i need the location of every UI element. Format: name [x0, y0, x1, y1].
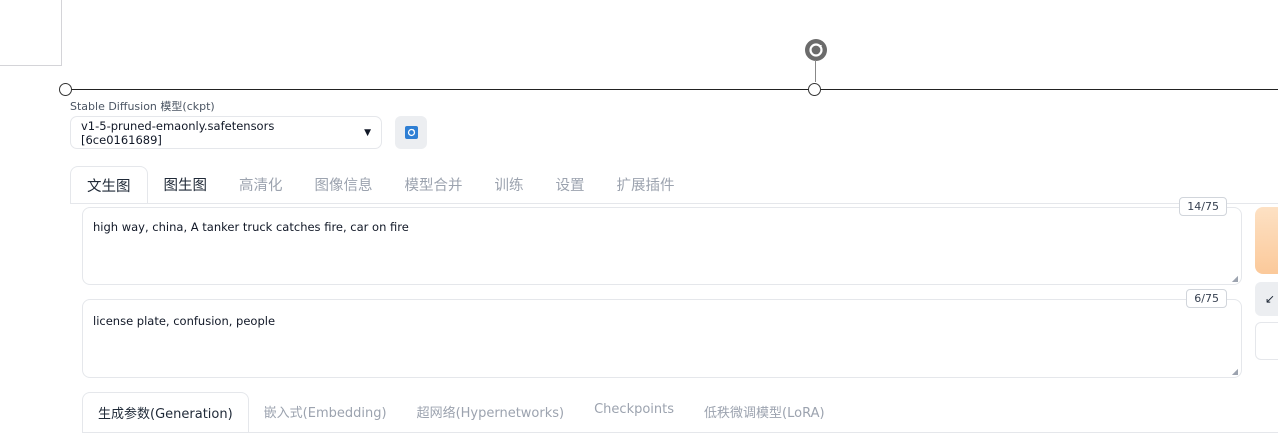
- tab-extensions[interactable]: 扩展插件: [601, 166, 691, 204]
- negative-prompt-token-counter: 6/75: [1186, 289, 1227, 308]
- prompt-token-counter: 14/75: [1179, 197, 1227, 216]
- rotate-stem: [815, 60, 816, 82]
- tab-txt2img[interactable]: 文生图: [70, 166, 148, 204]
- rotate-icon[interactable]: [805, 39, 827, 61]
- selection-handle-left[interactable]: [59, 83, 72, 96]
- tab-checkpoints[interactable]: Checkpoints: [579, 392, 689, 433]
- negative-prompt-text: license plate, confusion, people: [93, 314, 276, 328]
- main-tabs: 文生图 图生图 高清化 图像信息 模型合并 训练 设置 扩展插件: [70, 166, 691, 204]
- model-selected-value: v1-5-pruned-emaonly.safetensors [6ce0161…: [81, 118, 275, 147]
- tab-generation[interactable]: 生成参数(Generation): [82, 392, 249, 433]
- tab-lora[interactable]: 低秩微调模型(LoRA): [689, 392, 840, 433]
- arrow-icon: ↙: [1265, 292, 1276, 306]
- paste-params-button[interactable]: ↙: [1255, 282, 1278, 316]
- prompt-text: high way, china, A tanker truck catches …: [93, 220, 409, 234]
- tab-settings[interactable]: 设置: [540, 166, 601, 204]
- model-select[interactable]: v1-5-pruned-emaonly.safetensors [6ce0161…: [70, 116, 382, 149]
- tab-panel-border: [70, 203, 1278, 204]
- canvas-frame-corner: [0, 0, 62, 66]
- chevron-down-icon: ▼: [364, 127, 371, 138]
- styles-dropdown[interactable]: [1255, 322, 1278, 360]
- prompt-input[interactable]: high way, china, A tanker truck catches …: [82, 197, 1242, 285]
- tab-png-info[interactable]: 图像信息: [299, 166, 389, 204]
- refresh-model-button[interactable]: [395, 116, 427, 149]
- resize-handle-icon[interactable]: ◢: [1232, 274, 1238, 283]
- tab-extras[interactable]: 高清化: [223, 166, 299, 204]
- tab-img2img[interactable]: 图生图: [148, 166, 224, 204]
- selection-line: [66, 89, 1278, 90]
- tab-hypernetworks[interactable]: 超网络(Hypernetworks): [402, 392, 580, 433]
- selection-handle-middle[interactable]: [808, 83, 821, 96]
- extra-networks-tabs: 生成参数(Generation) 嵌入式(Embedding) 超网络(Hype…: [82, 392, 840, 433]
- refresh-icon: [404, 126, 418, 139]
- tab-embedding[interactable]: 嵌入式(Embedding): [249, 392, 402, 433]
- tab-train[interactable]: 训练: [479, 166, 540, 204]
- tab-checkpoint-merger[interactable]: 模型合并: [389, 166, 479, 204]
- model-label: Stable Diffusion 模型(ckpt): [70, 100, 215, 113]
- generate-button[interactable]: [1255, 207, 1278, 274]
- resize-handle-icon[interactable]: ◢: [1232, 367, 1238, 376]
- negative-prompt-input[interactable]: license plate, confusion, people 6/75 ◢: [82, 289, 1242, 378]
